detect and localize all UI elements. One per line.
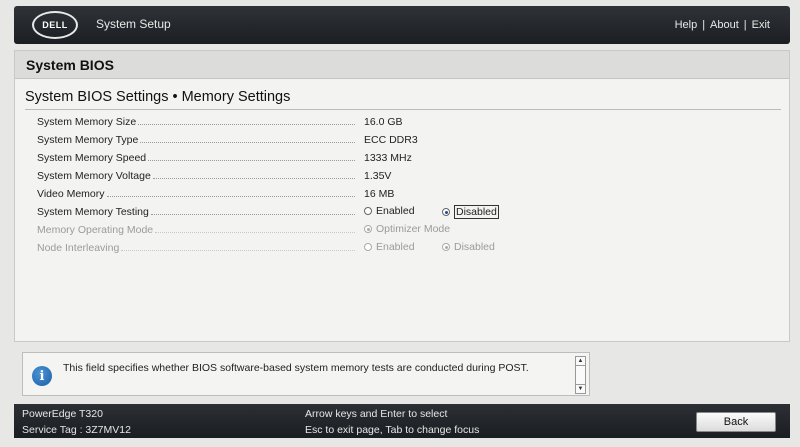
- exit-link[interactable]: Exit: [752, 19, 770, 31]
- setting-row-node-interleaving: Node Interleaving Enabled Disabled: [37, 240, 777, 258]
- setting-label: System Memory Speed: [37, 152, 147, 164]
- setting-label: System Memory Size: [37, 116, 137, 128]
- divider: [25, 109, 781, 110]
- setting-label: Video Memory: [37, 188, 105, 200]
- scroll-up-arrow-icon[interactable]: ▲: [576, 357, 585, 366]
- leader-dots: [121, 249, 355, 251]
- setting-row-memory-testing: System Memory Testing Enabled Disabled: [37, 204, 777, 222]
- setting-row-operating-mode: Memory Operating Mode Optimizer Mode: [37, 222, 777, 240]
- radio-label: Enabled: [376, 241, 415, 253]
- setting-value: 16.0 GB: [364, 116, 403, 128]
- radio-label: Optimizer Mode: [376, 223, 451, 235]
- leader-dots: [148, 159, 355, 161]
- node-interleaving-enabled-radio: Enabled: [364, 241, 415, 253]
- help-link[interactable]: Help: [675, 19, 698, 31]
- setting-label: System Memory Voltage: [37, 170, 151, 182]
- setting-row-memory-size: System Memory Size 16.0 GB: [37, 114, 777, 132]
- key-hint-line2: Esc to exit page, Tab to change focus: [305, 424, 480, 436]
- radio-circle[interactable]: [364, 207, 372, 215]
- radio-circle-selected: [442, 243, 450, 251]
- help-scrollbar[interactable]: ▲ ▼: [575, 356, 586, 394]
- node-interleaving-disabled-radio: Disabled: [442, 241, 495, 253]
- setting-label: Node Interleaving: [37, 242, 120, 254]
- setting-value: 16 MB: [364, 188, 395, 200]
- settings-list: System Memory Size 16.0 GB System Memory…: [37, 114, 777, 258]
- help-text: This field specifies whether BIOS softwa…: [63, 362, 529, 374]
- setting-label: System Memory Testing: [37, 206, 149, 218]
- leader-dots: [106, 195, 355, 197]
- radio-label: Disabled: [454, 241, 495, 253]
- setting-value: ECC DDR3: [364, 134, 418, 146]
- optimizer-mode-radio: Optimizer Mode: [364, 223, 450, 235]
- setting-label: Memory Operating Mode: [37, 224, 154, 236]
- setting-row-video-memory: Video Memory 16 MB: [37, 186, 777, 204]
- leader-dots: [150, 213, 355, 215]
- memory-testing-disabled-radio[interactable]: Disabled: [442, 205, 499, 219]
- system-model: PowerEdge T320: [22, 408, 103, 420]
- radio-label-focused: Disabled: [454, 205, 499, 219]
- footer-bar: PowerEdge T320 Service Tag : 3Z7MV12 Arr…: [14, 404, 790, 438]
- top-links: Help | About | Exit: [675, 19, 770, 31]
- section-title: System BIOS: [15, 51, 789, 79]
- info-icon: i: [32, 366, 52, 386]
- leader-dots: [152, 177, 355, 179]
- radio-circle-selected: [364, 225, 372, 233]
- setting-row-memory-speed: System Memory Speed 1333 MHz: [37, 150, 777, 168]
- help-panel: i This field specifies whether BIOS soft…: [22, 352, 590, 396]
- radio-label: Enabled: [376, 205, 415, 217]
- link-separator: |: [702, 19, 706, 31]
- setting-value: 1.35V: [364, 170, 392, 182]
- setting-row-memory-type: System Memory Type ECC DDR3: [37, 132, 777, 150]
- memory-testing-enabled-radio[interactable]: Enabled: [364, 205, 415, 217]
- radio-circle: [364, 243, 372, 251]
- settings-panel: System BIOS System BIOS Settings • Memor…: [14, 50, 790, 342]
- radio-circle-selected[interactable]: [442, 208, 450, 216]
- leader-dots: [155, 231, 355, 233]
- dell-logo: DELL: [32, 11, 78, 39]
- setting-label: System Memory Type: [37, 134, 139, 146]
- service-tag: Service Tag : 3Z7MV12: [22, 424, 131, 436]
- link-separator: |: [743, 19, 747, 31]
- key-hint-line1: Arrow keys and Enter to select: [305, 408, 448, 420]
- breadcrumb: System BIOS Settings • Memory Settings: [25, 89, 291, 105]
- setting-value: 1333 MHz: [364, 152, 412, 164]
- about-link[interactable]: About: [710, 19, 739, 31]
- back-button[interactable]: Back: [696, 412, 776, 432]
- scroll-down-arrow-icon[interactable]: ▼: [576, 384, 585, 393]
- leader-dots: [138, 123, 355, 125]
- leader-dots: [140, 141, 355, 143]
- setting-row-memory-voltage: System Memory Voltage 1.35V: [37, 168, 777, 186]
- app-title: System Setup: [96, 17, 171, 31]
- top-bar: DELL System Setup Help | About | Exit: [14, 6, 790, 44]
